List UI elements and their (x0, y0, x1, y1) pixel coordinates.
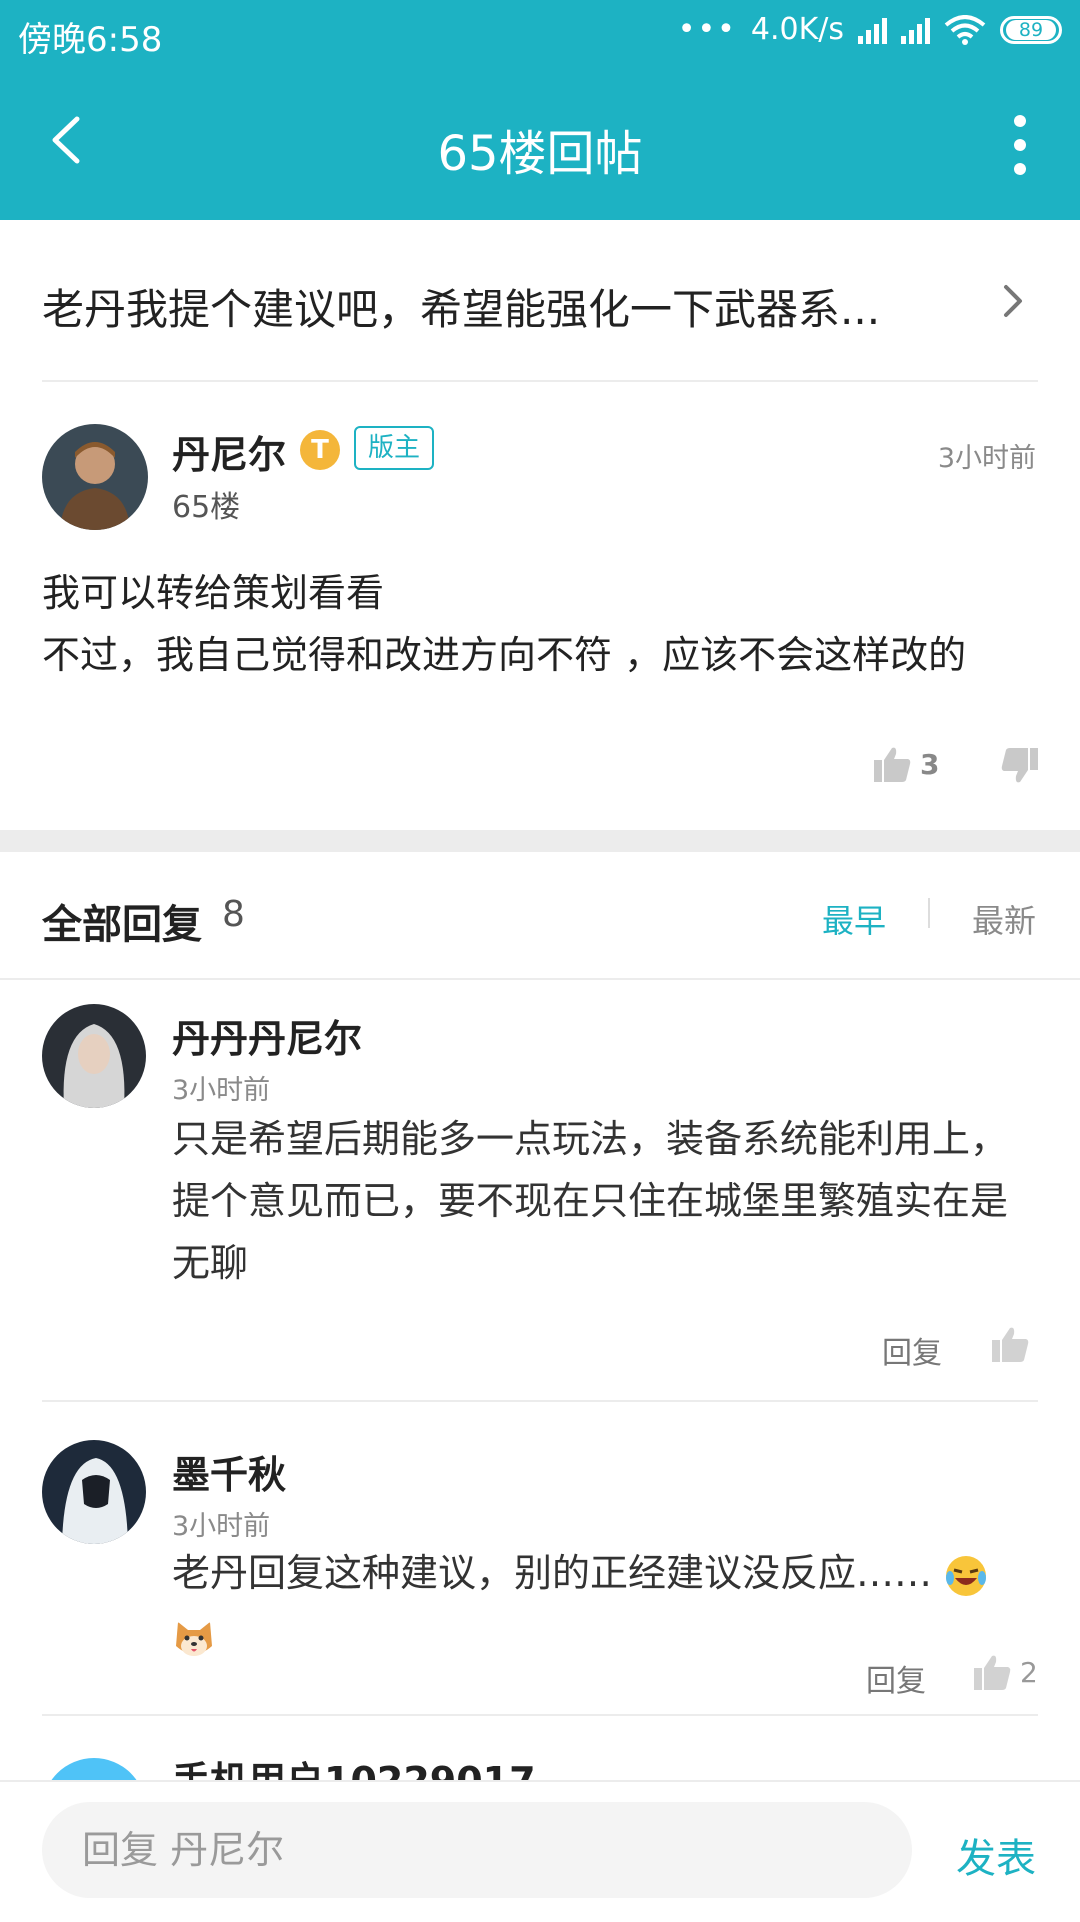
sort-earliest-tab[interactable]: 最早 (822, 896, 886, 942)
top-bar: 傍晚6:58 ••• 4.0K/s 89 65楼回帖 (0, 0, 1080, 220)
status-bar: 傍晚6:58 ••• 4.0K/s 89 (0, 0, 1080, 70)
post-time: 3小时前 (937, 443, 1036, 474)
reply-item: 手机用户10229017 (0, 1718, 1080, 1780)
network-speed: 4.0K/s (750, 12, 844, 47)
user-avatar-icon (42, 1440, 146, 1544)
more-options-button[interactable] (1010, 115, 1030, 175)
moderator-badge: 版主 (354, 426, 435, 470)
sort-newest-tab[interactable]: 最新 (972, 896, 1036, 942)
thread-link[interactable]: 老丹我提个建议吧，希望能强化一下武器系... (42, 220, 1038, 382)
post-body-line: 我可以转给策划看看 (42, 571, 385, 615)
floor-post: 丹尼尔 T 版主 65楼 3小时前 我可以转给策划看看 不过，我自己觉得和改进方… (0, 382, 1080, 830)
like-count: 3 (920, 747, 940, 781)
floor-number: 65楼 (172, 490, 241, 525)
thumbs-up-icon (992, 1327, 1029, 1362)
avatar[interactable] (42, 1758, 146, 1780)
like-button[interactable]: 3 (872, 744, 939, 784)
reply-divider (42, 1400, 1038, 1402)
reply-composer: 发表 (0, 1780, 1080, 1922)
like-button[interactable] (990, 1324, 1030, 1364)
reply-divider (42, 1714, 1038, 1716)
avatar[interactable] (42, 1440, 146, 1544)
reply-author[interactable]: 丹丹丹尼尔 (172, 1008, 362, 1063)
battery-level: 89 (1006, 19, 1056, 40)
section-divider (0, 830, 1080, 852)
thumbs-up-icon (874, 747, 911, 782)
avatar[interactable] (42, 1004, 146, 1108)
reply-button[interactable]: 回复 (882, 1328, 942, 1372)
reply-time: 3小时前 (172, 1511, 271, 1542)
more-dot-icon (1014, 139, 1026, 151)
reply-body: 只是希望后期能多一点玩法，装备系统能利用上，提个意见而已，要不现在只住在城堡里繁… (172, 1117, 1009, 1285)
reply-button[interactable]: 回复 (866, 1656, 926, 1700)
shiba-dog-emoji-icon (176, 1621, 212, 1656)
chevron-right-icon (1004, 285, 1022, 317)
wifi-icon (944, 14, 986, 45)
replies-count: 8 (222, 894, 245, 935)
reply-time: 3小时前 (172, 1075, 271, 1106)
replies-header: 全部回复 8 最早 最新 (0, 852, 1080, 980)
like-count: 2 (1020, 1655, 1038, 1689)
network-dots-icon: ••• (677, 12, 737, 47)
user-avatar-icon (42, 1758, 146, 1780)
battery-icon: 89 (1000, 15, 1062, 44)
replies-title: 全部回复 (42, 902, 202, 948)
reply-item: 丹丹丹尼尔 3小时前 只是希望后期能多一点玩法，装备系统能利用上，提个意见而已，… (0, 980, 1080, 1402)
user-avatar-icon (42, 424, 148, 530)
more-dot-icon (1014, 115, 1026, 127)
like-button[interactable]: 2 (972, 1652, 1038, 1692)
reply-item: 墨千秋 3小时前 老丹回复这种建议，别的正经建议没反应…… 回复 2 (0, 1404, 1080, 1716)
page-title: 65楼回帖 (437, 126, 643, 182)
send-button[interactable]: 发表 (956, 1826, 1036, 1884)
reply-body: 老丹回复这种建议，别的正经建议没反应…… (172, 1542, 1038, 1666)
level-coin-badge: T (300, 430, 340, 470)
post-author[interactable]: 丹尼尔 (172, 424, 286, 479)
signal-hd-icon (858, 16, 887, 44)
status-time: 傍晚6:58 (18, 20, 163, 60)
sort-separator (928, 898, 930, 928)
reply-input[interactable] (42, 1802, 912, 1898)
title-bar: 65楼回帖 (0, 70, 1080, 220)
reply-body-text: 老丹回复这种建议，别的正经建议没反应…… (172, 1551, 933, 1595)
laughing-tears-emoji-icon (946, 1555, 987, 1596)
dislike-button[interactable] (1000, 746, 1040, 790)
avatar[interactable] (42, 424, 148, 530)
thumbs-down-icon (1001, 748, 1038, 783)
user-avatar-icon (42, 1004, 146, 1108)
status-indicators: ••• 4.0K/s 89 (678, 12, 1062, 47)
post-body-line: 不过，我自己觉得和改进方向不符 ，应该不会这样改的 (42, 633, 967, 677)
more-dot-icon (1014, 163, 1026, 175)
signal-icon (901, 16, 930, 44)
post-body: 我可以转给策划看看 不过，我自己觉得和改进方向不符 ，应该不会这样改的 (42, 562, 1042, 686)
reply-author[interactable]: 手机用户10229017 (172, 1750, 536, 1780)
thumbs-up-icon (974, 1655, 1011, 1690)
thread-title: 老丹我提个建议吧，希望能强化一下武器系... (42, 285, 881, 334)
reply-author[interactable]: 墨千秋 (172, 1444, 286, 1499)
